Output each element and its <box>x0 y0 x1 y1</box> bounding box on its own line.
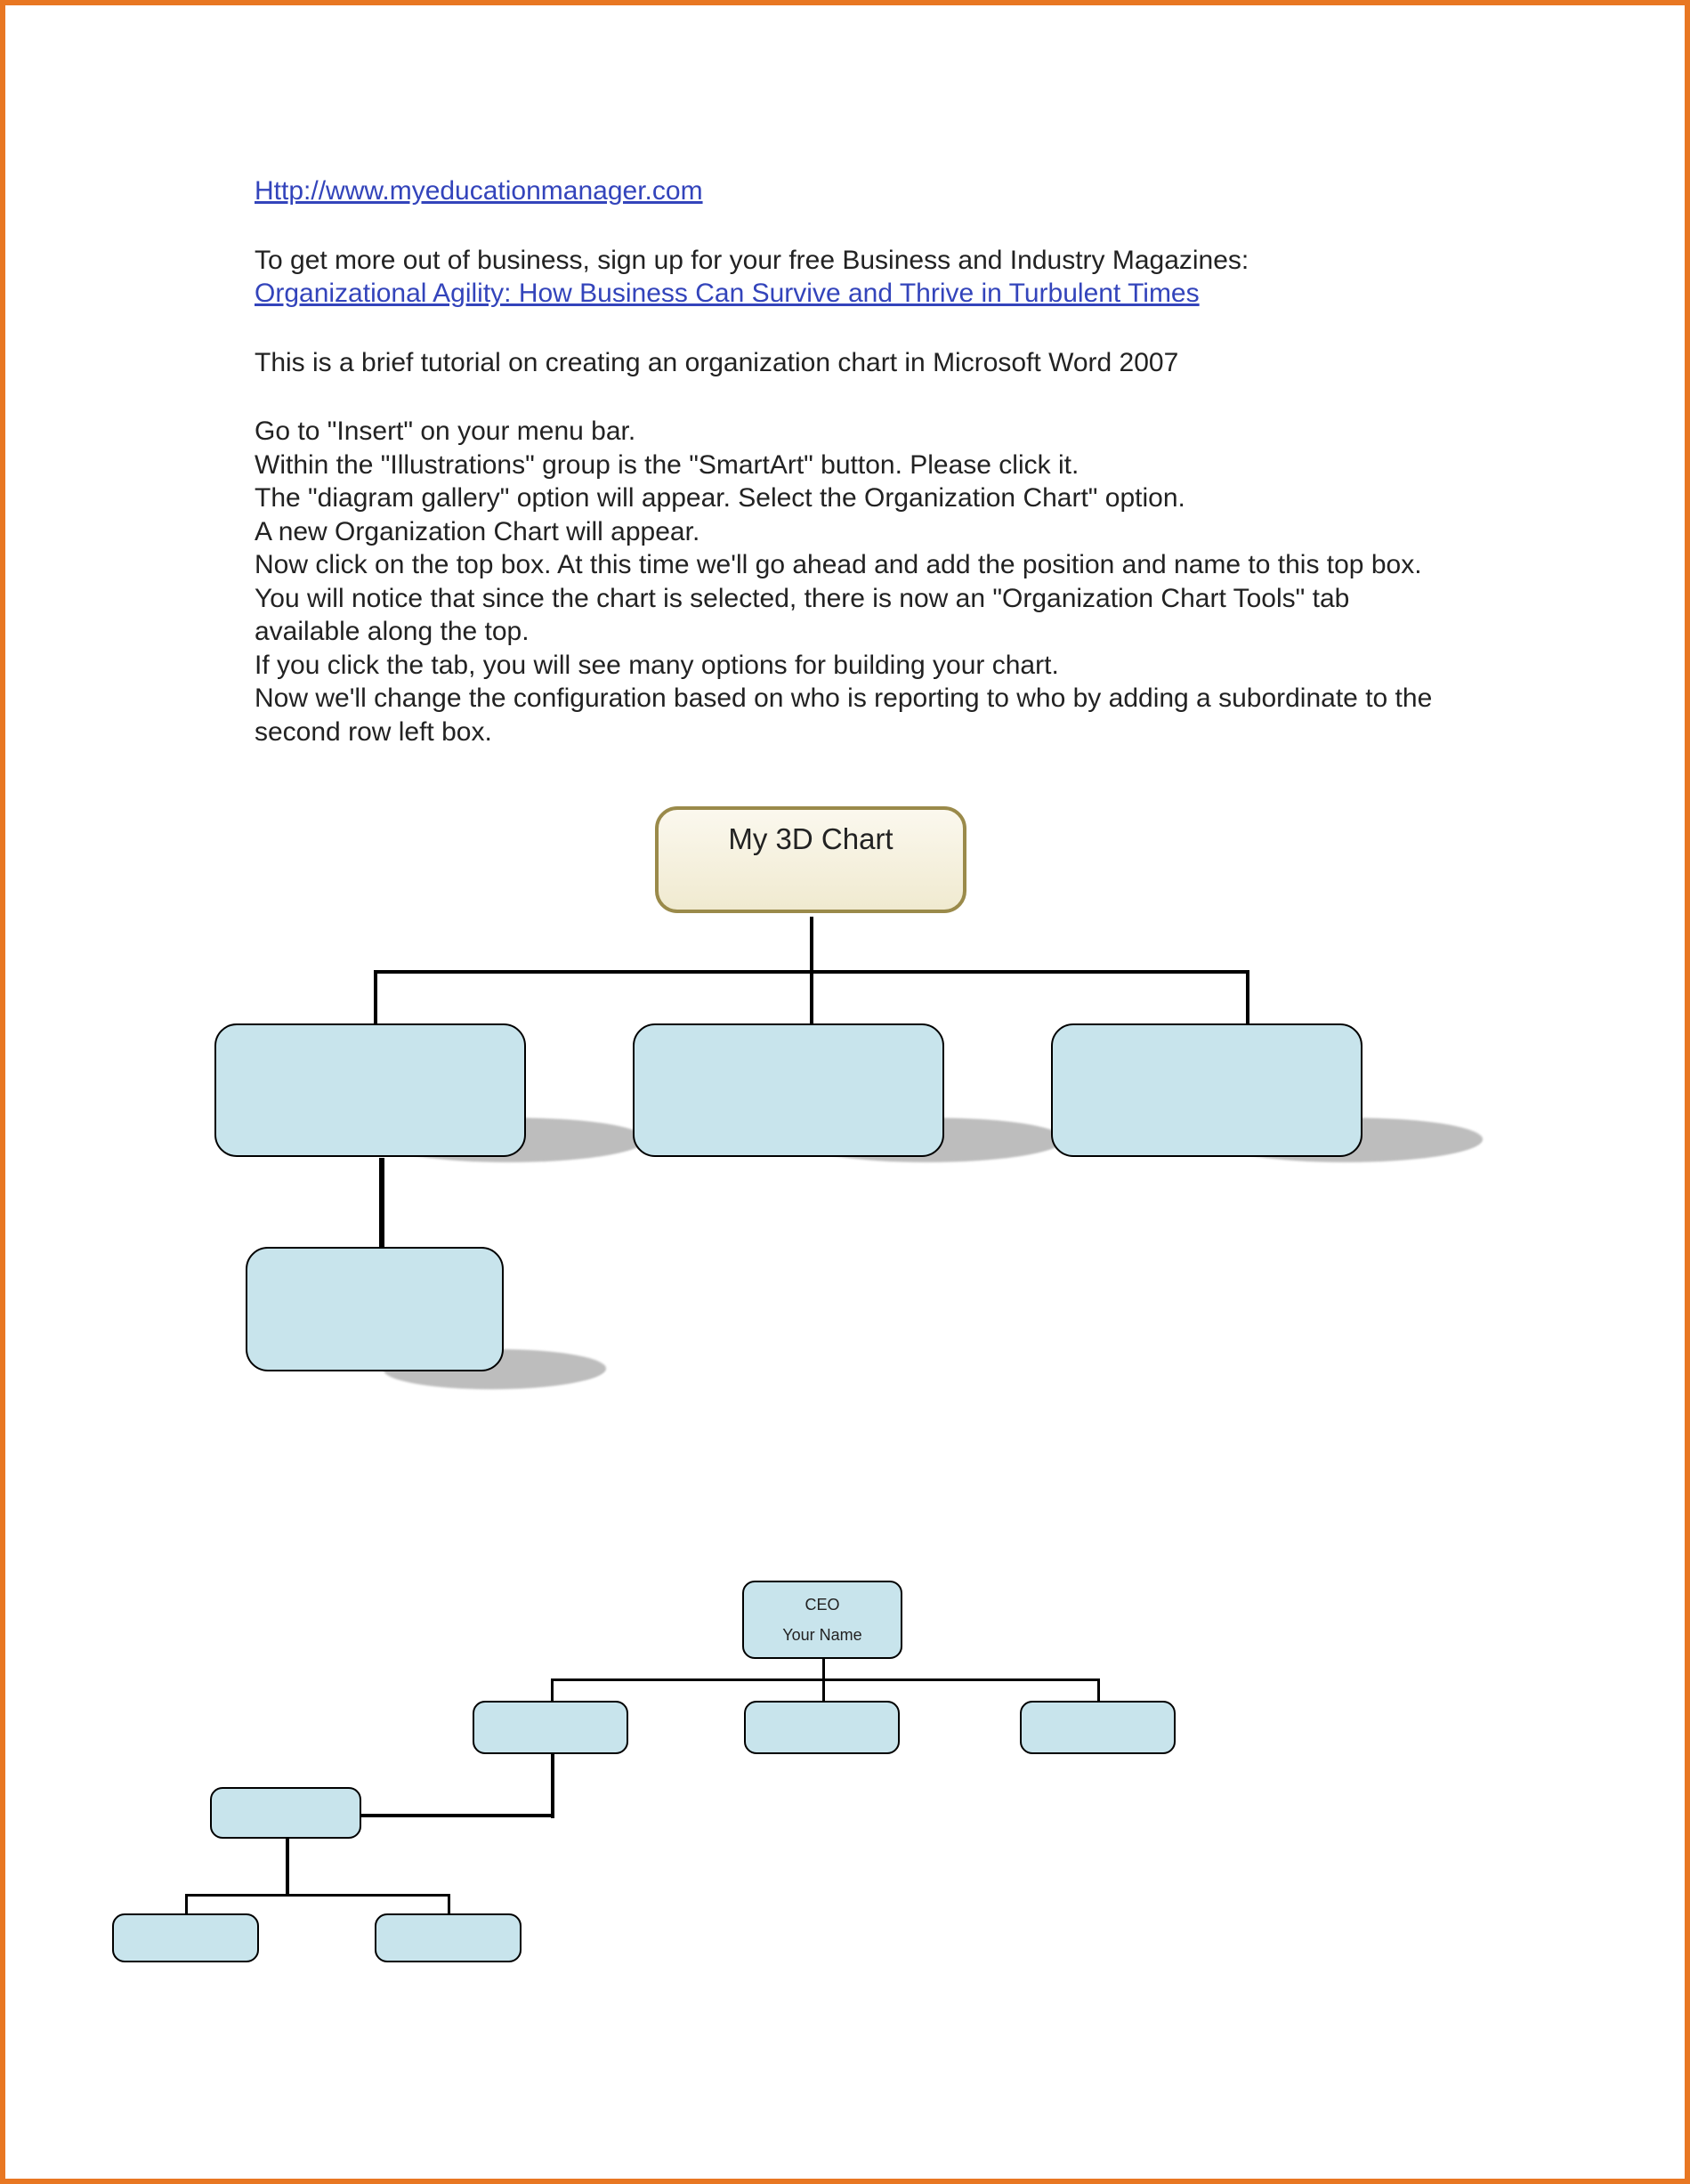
connector <box>185 1894 450 1897</box>
signup-text: To get more out of business, sign up for… <box>255 246 1249 275</box>
step-line: A new Organization Chart will appear. <box>255 515 1447 549</box>
org-node <box>633 1023 944 1157</box>
connector <box>551 1678 554 1701</box>
step-line: You will notice that since the chart is … <box>255 582 1447 649</box>
connector <box>551 1754 554 1818</box>
ceo-node: CEO Your Name <box>742 1581 902 1659</box>
article-link[interactable]: Organizational Agility: How Business Can… <box>255 279 1200 308</box>
connector <box>379 1158 384 1247</box>
connector <box>822 1659 825 1678</box>
org-chart-large: My 3D Chart <box>192 806 1483 1376</box>
document-page: Http://www.myeducationmanager.com To get… <box>0 0 1690 2184</box>
org-node <box>1051 1023 1363 1157</box>
org-node <box>1020 1701 1176 1754</box>
org-node <box>210 1787 361 1839</box>
org-node <box>214 1023 526 1157</box>
step-line: Go to "Insert" on your menu bar. <box>255 415 1447 449</box>
ceo-name: Your Name <box>782 1625 861 1646</box>
step-line: Now click on the top box. At this time w… <box>255 548 1447 582</box>
connector <box>185 1894 188 1913</box>
step-line: Now we'll change the configuration based… <box>255 682 1447 748</box>
site-url-link[interactable]: Http://www.myeducationmanager.com <box>255 176 703 206</box>
org-node <box>112 1913 259 1962</box>
root-node-label: My 3D Chart <box>728 821 893 857</box>
connector <box>448 1894 450 1913</box>
connector <box>822 1678 825 1701</box>
intro-text: This is a brief tutorial on creating an … <box>255 346 1447 380</box>
connector <box>551 1678 1100 1681</box>
root-node: My 3D Chart <box>655 806 966 913</box>
ceo-title: CEO <box>805 1595 839 1615</box>
connector <box>1097 1678 1100 1701</box>
text-content: Http://www.myeducationmanager.com To get… <box>255 174 1447 748</box>
org-node <box>744 1701 900 1754</box>
org-chart-small: CEO Your Name <box>246 1581 1492 1937</box>
org-node <box>375 1913 522 1962</box>
step-line: If you click the tab, you will see many … <box>255 649 1447 683</box>
step-line: Within the "Illustrations" group is the … <box>255 449 1447 482</box>
step-line: The "diagram gallery" option will appear… <box>255 481 1447 515</box>
org-node <box>246 1247 504 1371</box>
connector <box>810 917 813 970</box>
steps-block: Go to "Insert" on your menu bar. Within … <box>255 415 1447 748</box>
connector <box>1246 970 1249 1023</box>
connector <box>374 970 377 1023</box>
connector <box>810 970 813 1023</box>
org-node <box>473 1701 628 1754</box>
